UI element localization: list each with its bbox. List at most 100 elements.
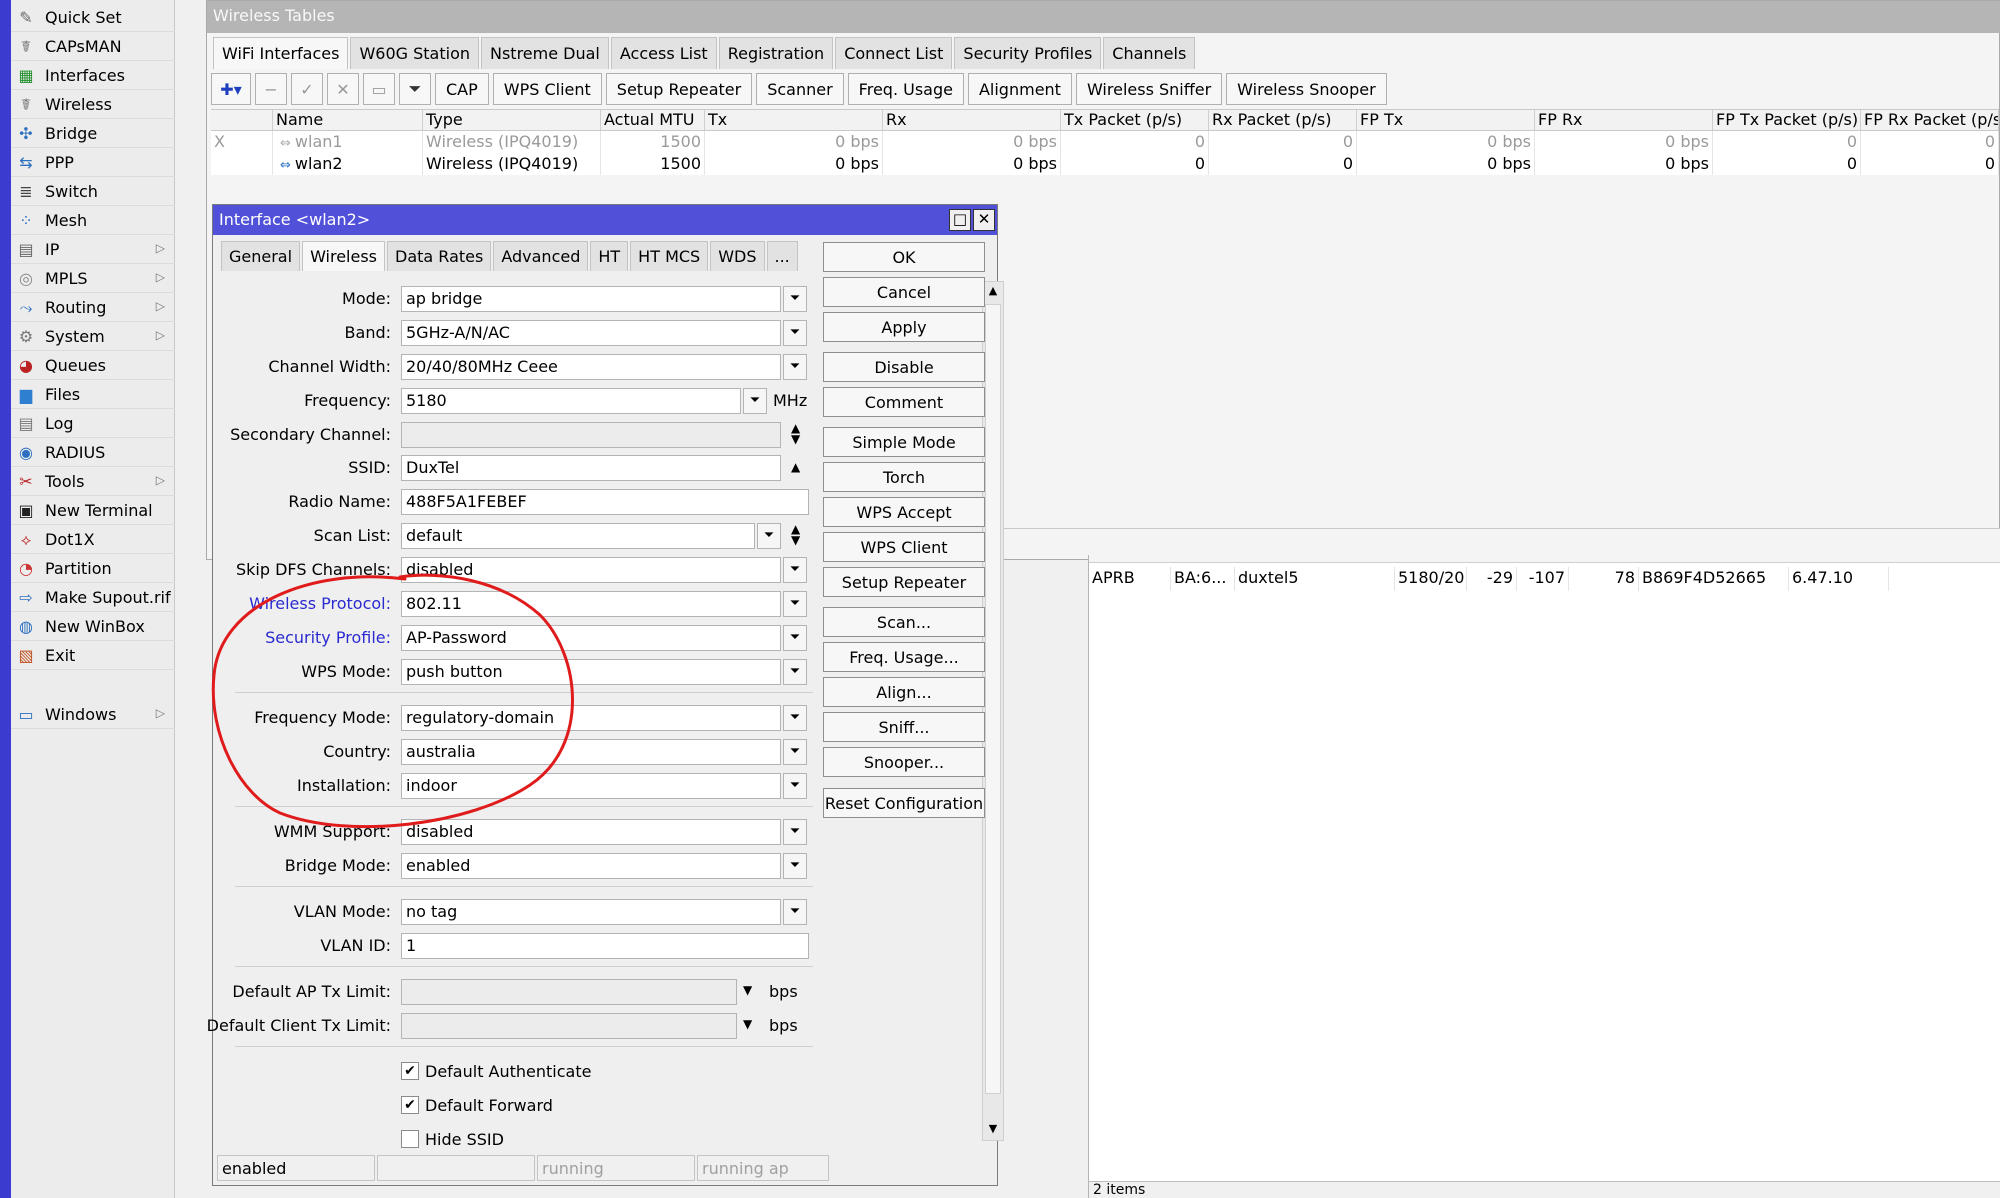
tab-wireless[interactable]: Wireless [302,241,386,271]
dropdown-arrow-icon[interactable]: ⏷ [783,739,807,765]
tab-registration[interactable]: Registration [718,37,834,69]
filter-button[interactable]: ⏷ [399,73,431,105]
simple-mode-button[interactable]: Simple Mode [823,427,985,457]
column-header[interactable]: Actual MTU [601,110,705,130]
wps-client-button[interactable]: WPS Client [492,73,602,105]
tab-general[interactable]: General [221,241,301,271]
sniff-button[interactable]: Sniff... [823,712,985,742]
wps-accept-button[interactable]: WPS Accept [823,497,985,527]
tab-ht-mcs[interactable]: HT MCS [630,241,709,271]
snooper-button[interactable]: Snooper... [823,747,985,777]
tab-more[interactable]: ... [766,241,798,271]
scroll-up-icon[interactable]: ▲ [985,284,1001,300]
cap-button[interactable]: CAP [435,73,489,105]
dropdown-arrow-icon[interactable]: ⏷ [783,705,807,731]
column-header[interactable]: Name [273,110,423,130]
add-button[interactable]: ✚▾ [211,73,251,105]
sidebar-item-ip[interactable]: ▤ IP ▷ [11,236,175,264]
enable-button[interactable]: ✓ [291,73,323,105]
dropdown-arrow-icon[interactable]: ⏷ [783,591,807,617]
default-authenticate-checkbox[interactable]: ✔ Default Authenticate [401,1058,591,1084]
torch-button[interactable]: Torch [823,462,985,492]
wps-client-button[interactable]: WPS Client [823,532,985,562]
column-header[interactable]: FP Tx Packet (p/s) [1713,110,1861,130]
mode-input[interactable]: ap bridge [401,286,781,312]
sidebar-item-switch[interactable]: ≣ Switch [11,178,175,206]
hide-ssid-checkbox[interactable]: Hide SSID [401,1126,504,1152]
column-header[interactable]: Tx [705,110,883,130]
scroll-down-icon[interactable]: ▼ [985,1122,1001,1138]
dropdown-arrow-icon[interactable]: ⏷ [757,523,781,549]
tab-wifi-interfaces[interactable]: WiFi Interfaces [213,37,349,69]
ap-tx-limit-input[interactable] [401,979,737,1005]
freq-usage-button[interactable]: Freq. Usage... [823,642,985,672]
dropdown-arrow-icon[interactable]: ▼ [743,1017,752,1031]
checkbox-box[interactable]: ✔ [401,1096,419,1114]
column-header[interactable] [211,110,273,130]
table-row[interactable]: X ⇔ wlan1 Wireless (IPQ4019) 1500 0 bps 0 bps 0… [211,131,1999,153]
ok-button[interactable]: OK [823,242,985,272]
default-forward-checkbox[interactable]: ✔ Default Forward [401,1092,553,1118]
dropdown-arrow-icon[interactable]: ⏷ [783,899,807,925]
up-down-arrows-icon[interactable]: ▲ ▼ [791,422,800,445]
dropdown-arrow-icon[interactable]: ⏷ [783,853,807,879]
dropdown-arrow-icon[interactable]: ⏷ [783,557,807,583]
dropdown-arrow-icon[interactable]: ▼ [743,983,752,997]
cancel-button[interactable]: Cancel [823,277,985,307]
sidebar-item-interfaces[interactable]: ▦ Interfaces [11,62,175,90]
column-header[interactable]: FP Tx [1357,110,1535,130]
tab-w60g-station[interactable]: W60G Station [350,37,479,69]
freq-usage-button[interactable]: Freq. Usage [847,73,964,105]
sidebar-item-mesh[interactable]: ⁘ Mesh [11,207,175,235]
comment-button[interactable]: ▭ [363,73,395,105]
dropdown-arrow-icon[interactable]: ⏷ [783,354,807,380]
close-button[interactable]: ✕ [973,209,995,231]
alignment-button[interactable]: Alignment [967,73,1072,105]
tab-access-list[interactable]: Access List [610,37,717,69]
vlan-mode-input[interactable]: no tag [401,899,781,925]
dropdown-arrow-icon[interactable]: ⏷ [783,659,807,685]
sidebar-item-bridge[interactable]: ✣ Bridge [11,120,175,148]
collapse-arrow-icon[interactable]: ▲ [791,460,800,474]
column-header[interactable]: Rx Packet (p/s) [1209,110,1357,130]
table-row[interactable]: ⇔ wlan2 Wireless (IPQ4019) 1500 0 bps 0 bps 0 0… [211,153,1999,175]
sidebar-item-quick-set[interactable]: ✎ Quick Set [11,4,175,32]
disable-button[interactable]: ✕ [327,73,359,105]
channel-width-input[interactable]: 20/40/80MHz Ceee [401,354,781,380]
tab-ht[interactable]: HT [590,241,629,271]
checkbox-box[interactable] [401,1130,419,1148]
wireless-snooper-button[interactable]: Wireless Snooper [1226,73,1387,105]
reset-configuration-button[interactable]: Reset Configuration [823,788,985,818]
remove-button[interactable]: − [255,73,287,105]
table-row[interactable]: APRBBA:6...duxtel55180/20...-29-10778B86… [1089,567,1889,591]
radio-name-input[interactable]: 488F5A1FEBEF [401,489,809,515]
column-header[interactable]: Rx [883,110,1061,130]
dropdown-arrow-icon[interactable]: ⏷ [783,286,807,312]
vlan-id-input[interactable]: 1 [401,933,809,959]
disable-button[interactable]: Disable [823,352,985,382]
scanner-button[interactable]: Scanner [756,73,844,105]
tab-data-rates[interactable]: Data Rates [387,241,492,271]
frequency-input[interactable]: 5180 [401,388,741,414]
bridge-mode-input[interactable]: enabled [401,853,781,879]
comment-button[interactable]: Comment [823,387,985,417]
scan-button[interactable]: Scan... [823,607,985,637]
column-header[interactable]: Type [423,110,601,130]
apply-button[interactable]: Apply [823,312,985,342]
tab-advanced[interactable]: Advanced [493,241,589,271]
align-button[interactable]: Align... [823,677,985,707]
column-header[interactable]: FP Rx [1535,110,1713,130]
checkbox-box[interactable]: ✔ [401,1062,419,1080]
band-input[interactable]: 5GHz-A/N/AC [401,320,781,346]
dropdown-arrow-icon[interactable]: ⏷ [783,625,807,651]
sidebar-item-capsman[interactable]: ☤ CAPsMAN [11,33,175,61]
tab-nstreme-dual[interactable]: Nstreme Dual [481,37,609,69]
secondary-channel-input[interactable] [401,422,781,448]
dropdown-arrow-icon[interactable]: ⏷ [783,819,807,845]
scroll-thumb[interactable] [985,304,1001,1094]
scan-list-input[interactable]: default [401,523,755,549]
maximize-button[interactable]: □ [949,209,971,231]
setup-repeater-button[interactable]: Setup Repeater [823,567,985,597]
column-header[interactable]: FP Rx Packet (p/s) [1861,110,1999,130]
tab-connect-list[interactable]: Connect List [835,37,953,69]
